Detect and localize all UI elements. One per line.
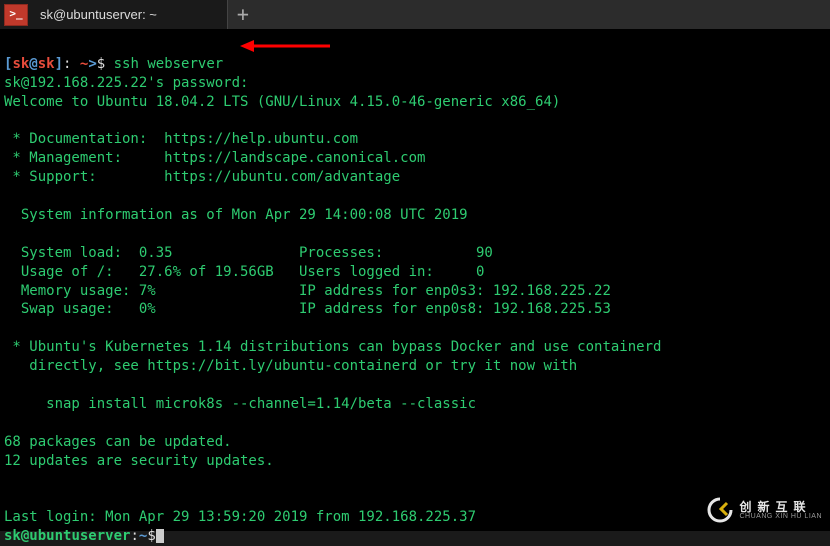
- terminal-body[interactable]: [sk@sk]: ~>$ ssh webserver sk@192.168.22…: [0, 30, 830, 531]
- motd-doc: * Documentation: https://help.ubuntu.com: [4, 131, 358, 147]
- welcome-line: Welcome to Ubuntu 18.04.2 LTS (GNU/Linux…: [4, 94, 560, 110]
- prompt-user: sk: [12, 56, 29, 72]
- sysinfo-row: Swap usage: 0% IP address for enp0s8: 19…: [4, 301, 611, 317]
- updates-line: 68 packages can be updated.: [4, 434, 232, 450]
- motd-support: * Support: https://ubuntu.com/advantage: [4, 169, 400, 185]
- motd-k8s: * Ubuntu's Kubernetes 1.14 distributions…: [4, 339, 661, 355]
- command-text: ssh webserver: [114, 56, 224, 72]
- prompt-at: @: [29, 56, 37, 72]
- titlebar: >_ sk@ubuntuserver: ~ +: [0, 0, 830, 30]
- tab-title: sk@ubuntuserver: ~: [36, 6, 217, 24]
- watermark-text-cn: 创新互联: [739, 501, 822, 513]
- sysinfo-header: System information as of Mon Apr 29 14:0…: [4, 207, 468, 223]
- motd-k8s: directly, see https://bit.ly/ubuntu-cont…: [4, 358, 577, 374]
- password-prompt: sk@192.168.225.22's password:: [4, 75, 248, 91]
- prompt-dollar: $: [97, 56, 114, 72]
- sysinfo-row: System load: 0.35 Processes: 90: [4, 245, 493, 261]
- watermark: 创新互联 CHUANG XIN HU LIAN: [707, 497, 822, 523]
- prompt-host: sk: [38, 56, 55, 72]
- cursor: [156, 529, 164, 543]
- terminal-icon: >_: [4, 4, 28, 26]
- motd-snap: snap install microk8s --channel=1.14/bet…: [4, 396, 476, 412]
- updates-line: 12 updates are security updates.: [4, 453, 274, 469]
- new-tab-button[interactable]: +: [228, 1, 258, 28]
- last-login: Last login: Mon Apr 29 13:59:20 2019 fro…: [4, 509, 476, 525]
- watermark-text-en: CHUANG XIN HU LIAN: [739, 513, 822, 520]
- prompt-bracket-close: ]: [55, 56, 63, 72]
- sysinfo-row: Memory usage: 7% IP address for enp0s3: …: [4, 283, 611, 299]
- prompt-gt: >: [88, 56, 96, 72]
- motd-mgmt: * Management: https://landscape.canonica…: [4, 150, 425, 166]
- watermark-logo-icon: [707, 497, 733, 523]
- terminal-tab[interactable]: >_ sk@ubuntuserver: ~: [0, 0, 228, 29]
- prompt-sep: :: [63, 56, 80, 72]
- sysinfo-row: Usage of /: 27.6% of 19.56GB Users logge…: [4, 264, 484, 280]
